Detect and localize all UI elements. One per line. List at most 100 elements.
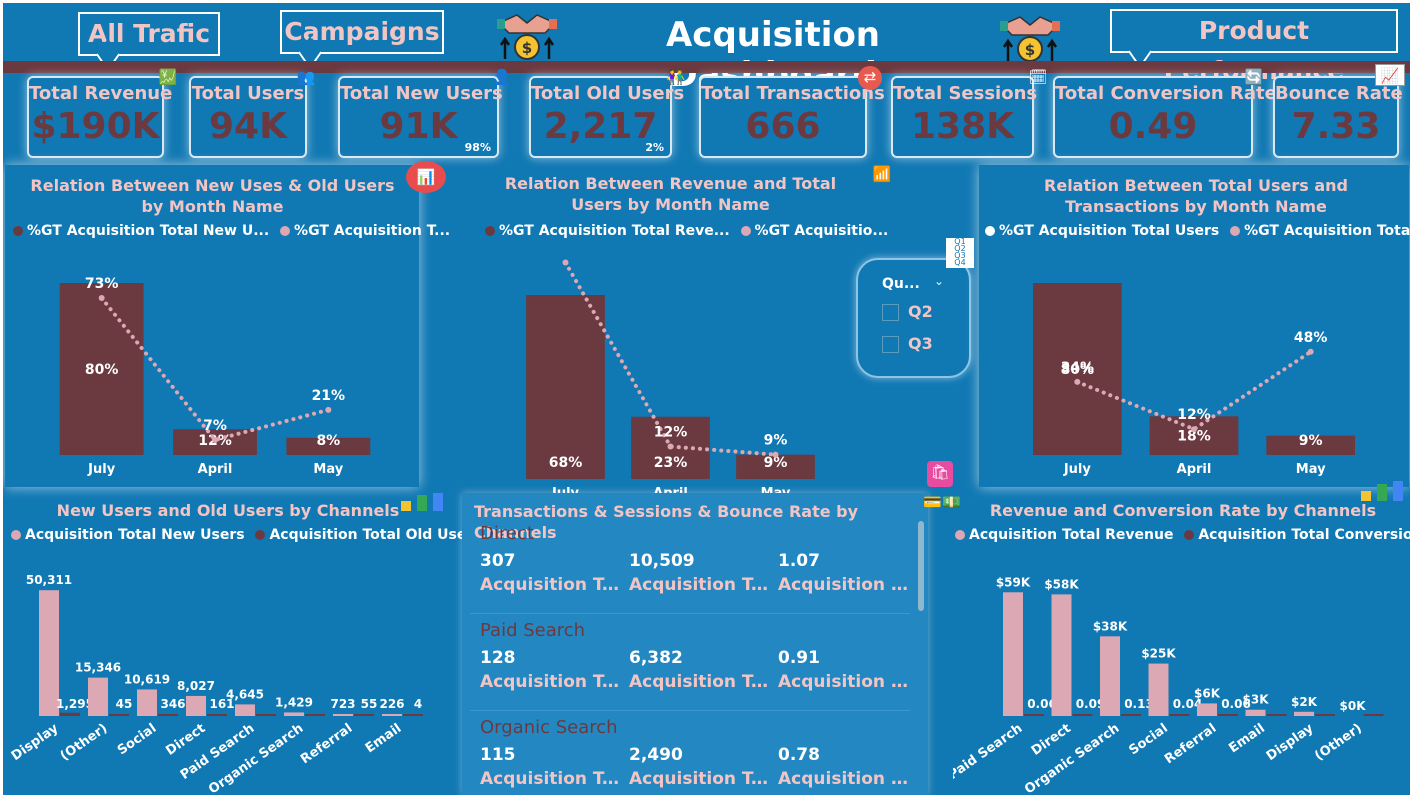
bar <box>1072 714 1093 716</box>
kpi-total-conversion-rate: Total Conversion Rate 0.49 <box>1053 76 1277 158</box>
chart-title: Relation Between New Uses & Old Users by… <box>30 176 395 216</box>
chart-revenue-by-channel: $59K0.06Paid Search$58K0.09Direct$38K0.1… <box>953 575 1384 793</box>
table-cell: 115 Acquisition T... <box>480 745 620 789</box>
chart-new-old-users-month: 80%July12%April8%May73%7%21% <box>59 276 371 477</box>
chart-title: Relation Between Revenue and Total Users… <box>504 174 837 214</box>
dashboard-canvas: All Trafic Campaigns Product Performance… <box>3 3 1410 795</box>
bar <box>88 677 108 716</box>
bar-data-label: 8,027 <box>177 679 215 693</box>
bar-data-label: $58K <box>1044 577 1079 591</box>
sessions-icon: 🗓 <box>1028 68 1048 86</box>
bar-data-label: 50,311 <box>26 573 72 587</box>
legend-dot-pink <box>11 530 21 540</box>
x-tick-label: April <box>198 462 233 477</box>
bar <box>1363 714 1384 716</box>
x-tick-label: (Other) <box>58 721 111 764</box>
cell-label: Acquisition T... <box>629 575 769 595</box>
x-tick-label: Display <box>9 721 62 764</box>
legend-dot-dark <box>1184 530 1195 540</box>
colored-bars-icon <box>1361 481 1405 501</box>
nav-product-performance-button[interactable]: Product Performance <box>1110 9 1398 85</box>
cell-value: 10,509 <box>629 551 695 571</box>
table-title: Transactions & Sessions & Bounce Rate by… <box>474 502 859 542</box>
table-cell: 0.78 Acquisition Bou... <box>778 745 918 789</box>
legend-dot-dark <box>13 226 23 236</box>
cell-label: Acquisition T... <box>480 672 620 692</box>
quarter-slicer[interactable]: Qu... ⌄ Q2 Q3 <box>856 258 971 378</box>
legend-item: Acquisition Total Conversion Rate <box>1198 527 1410 543</box>
bar-data-label: 346 <box>160 697 185 711</box>
line-point <box>98 295 105 302</box>
kpi-label: Total Sessions <box>893 83 1038 104</box>
bar-data-label: 23% <box>654 455 688 471</box>
line-data-label: 7% <box>203 418 227 434</box>
bar-data-label: 4 <box>414 697 422 711</box>
line-point <box>1307 348 1314 355</box>
x-tick-label: Email <box>363 721 404 756</box>
chart-users-by-channel: 50,3111,295Display15,34645(Other)10,6193… <box>9 573 423 793</box>
users-group-icon: 👥 <box>296 68 316 86</box>
x-tick-label: (Other) <box>1312 721 1365 764</box>
svg-text:$: $ <box>522 39 532 57</box>
bar <box>1003 592 1023 716</box>
table-scrollbar[interactable] <box>918 521 924 611</box>
cell-value: 115 <box>480 745 516 765</box>
header-band <box>3 61 1410 73</box>
svg-text:$: $ <box>1025 41 1035 59</box>
line-point <box>1191 426 1197 433</box>
x-tick-label: Referral <box>298 721 355 767</box>
panel-new-old-users-month: Relation Between New Uses & Old Users by… <box>5 165 450 487</box>
bar-data-label: $2K <box>1291 695 1318 709</box>
cell-value: 6,382 <box>629 648 683 668</box>
cell-label: Acquisition T... <box>629 672 769 692</box>
slicer-option-q2[interactable]: Q2 <box>882 302 933 321</box>
colored-bars-icon <box>401 493 445 511</box>
bar <box>207 714 227 716</box>
table-cell: 307 Acquisition T... <box>480 551 620 595</box>
kpi-total-transactions: Total Transactions 666 <box>699 76 885 158</box>
bar <box>256 714 276 716</box>
bar <box>382 714 402 716</box>
checkbox[interactable] <box>882 336 899 353</box>
bar <box>333 714 353 716</box>
chart-title: Revenue and Conversion Rate by Channels <box>989 501 1377 520</box>
bar-data-label: 226 <box>379 697 404 711</box>
bar-data-label: 723 <box>330 697 355 711</box>
chart-legend: %GT Acquisition Total Users %GT Acquisit… <box>985 223 1410 239</box>
checkbox[interactable] <box>882 304 899 321</box>
x-tick-label: July <box>87 462 116 477</box>
bar <box>235 704 255 716</box>
conversion-icon: 🔄 <box>1244 68 1264 86</box>
chevron-down-icon[interactable]: ⌄ <box>934 274 944 288</box>
line-point <box>667 443 674 450</box>
group-name: Direct <box>480 523 534 544</box>
line-data-label: 80% <box>549 253 583 257</box>
cell-label: Acquisition Bou... <box>778 575 918 595</box>
kpi-bounce-rate: Bounce Rate 7.33 <box>1273 76 1403 158</box>
bar-data-label: 55 <box>361 697 378 711</box>
bar <box>1266 714 1287 716</box>
slicer-option-label: Q2 <box>908 302 933 321</box>
table-cell: 2,490 Acquisition T... <box>629 745 769 789</box>
bar-data-label: $0K <box>1340 699 1367 713</box>
nav-all-traffic-button[interactable]: All Trafic <box>78 12 220 56</box>
bar <box>354 714 374 716</box>
kpi-total-sessions: Total Sessions 138K <box>891 76 1038 158</box>
x-tick-label: Social <box>115 721 159 758</box>
bar-data-label: $25K <box>1141 647 1176 661</box>
bar <box>186 695 206 716</box>
kpi-value: 0.49 <box>1108 106 1198 147</box>
chart-legend: %GT Acquisition Total New U... %GT Acqui… <box>13 223 450 239</box>
handshake-money-icon: $ <box>495 9 559 63</box>
kpi-percent: 98% <box>464 141 491 154</box>
chart-title: Relation Between Total Users and Transac… <box>1044 176 1348 216</box>
nav-campaigns-button[interactable]: Campaigns <box>280 10 444 54</box>
legend-dot-pink <box>955 530 965 540</box>
legend-item: %GT Acquisition Total Users <box>999 223 1220 239</box>
line-data-label: 12% <box>1177 407 1211 423</box>
bar <box>1121 714 1141 716</box>
line-point <box>1074 378 1081 385</box>
slicer-option-q3[interactable]: Q3 <box>882 334 933 353</box>
table-cell: 10,509 Acquisition T... <box>629 551 769 595</box>
chart-legend: Acquisition Total Revenue Acquisition To… <box>955 527 1410 543</box>
